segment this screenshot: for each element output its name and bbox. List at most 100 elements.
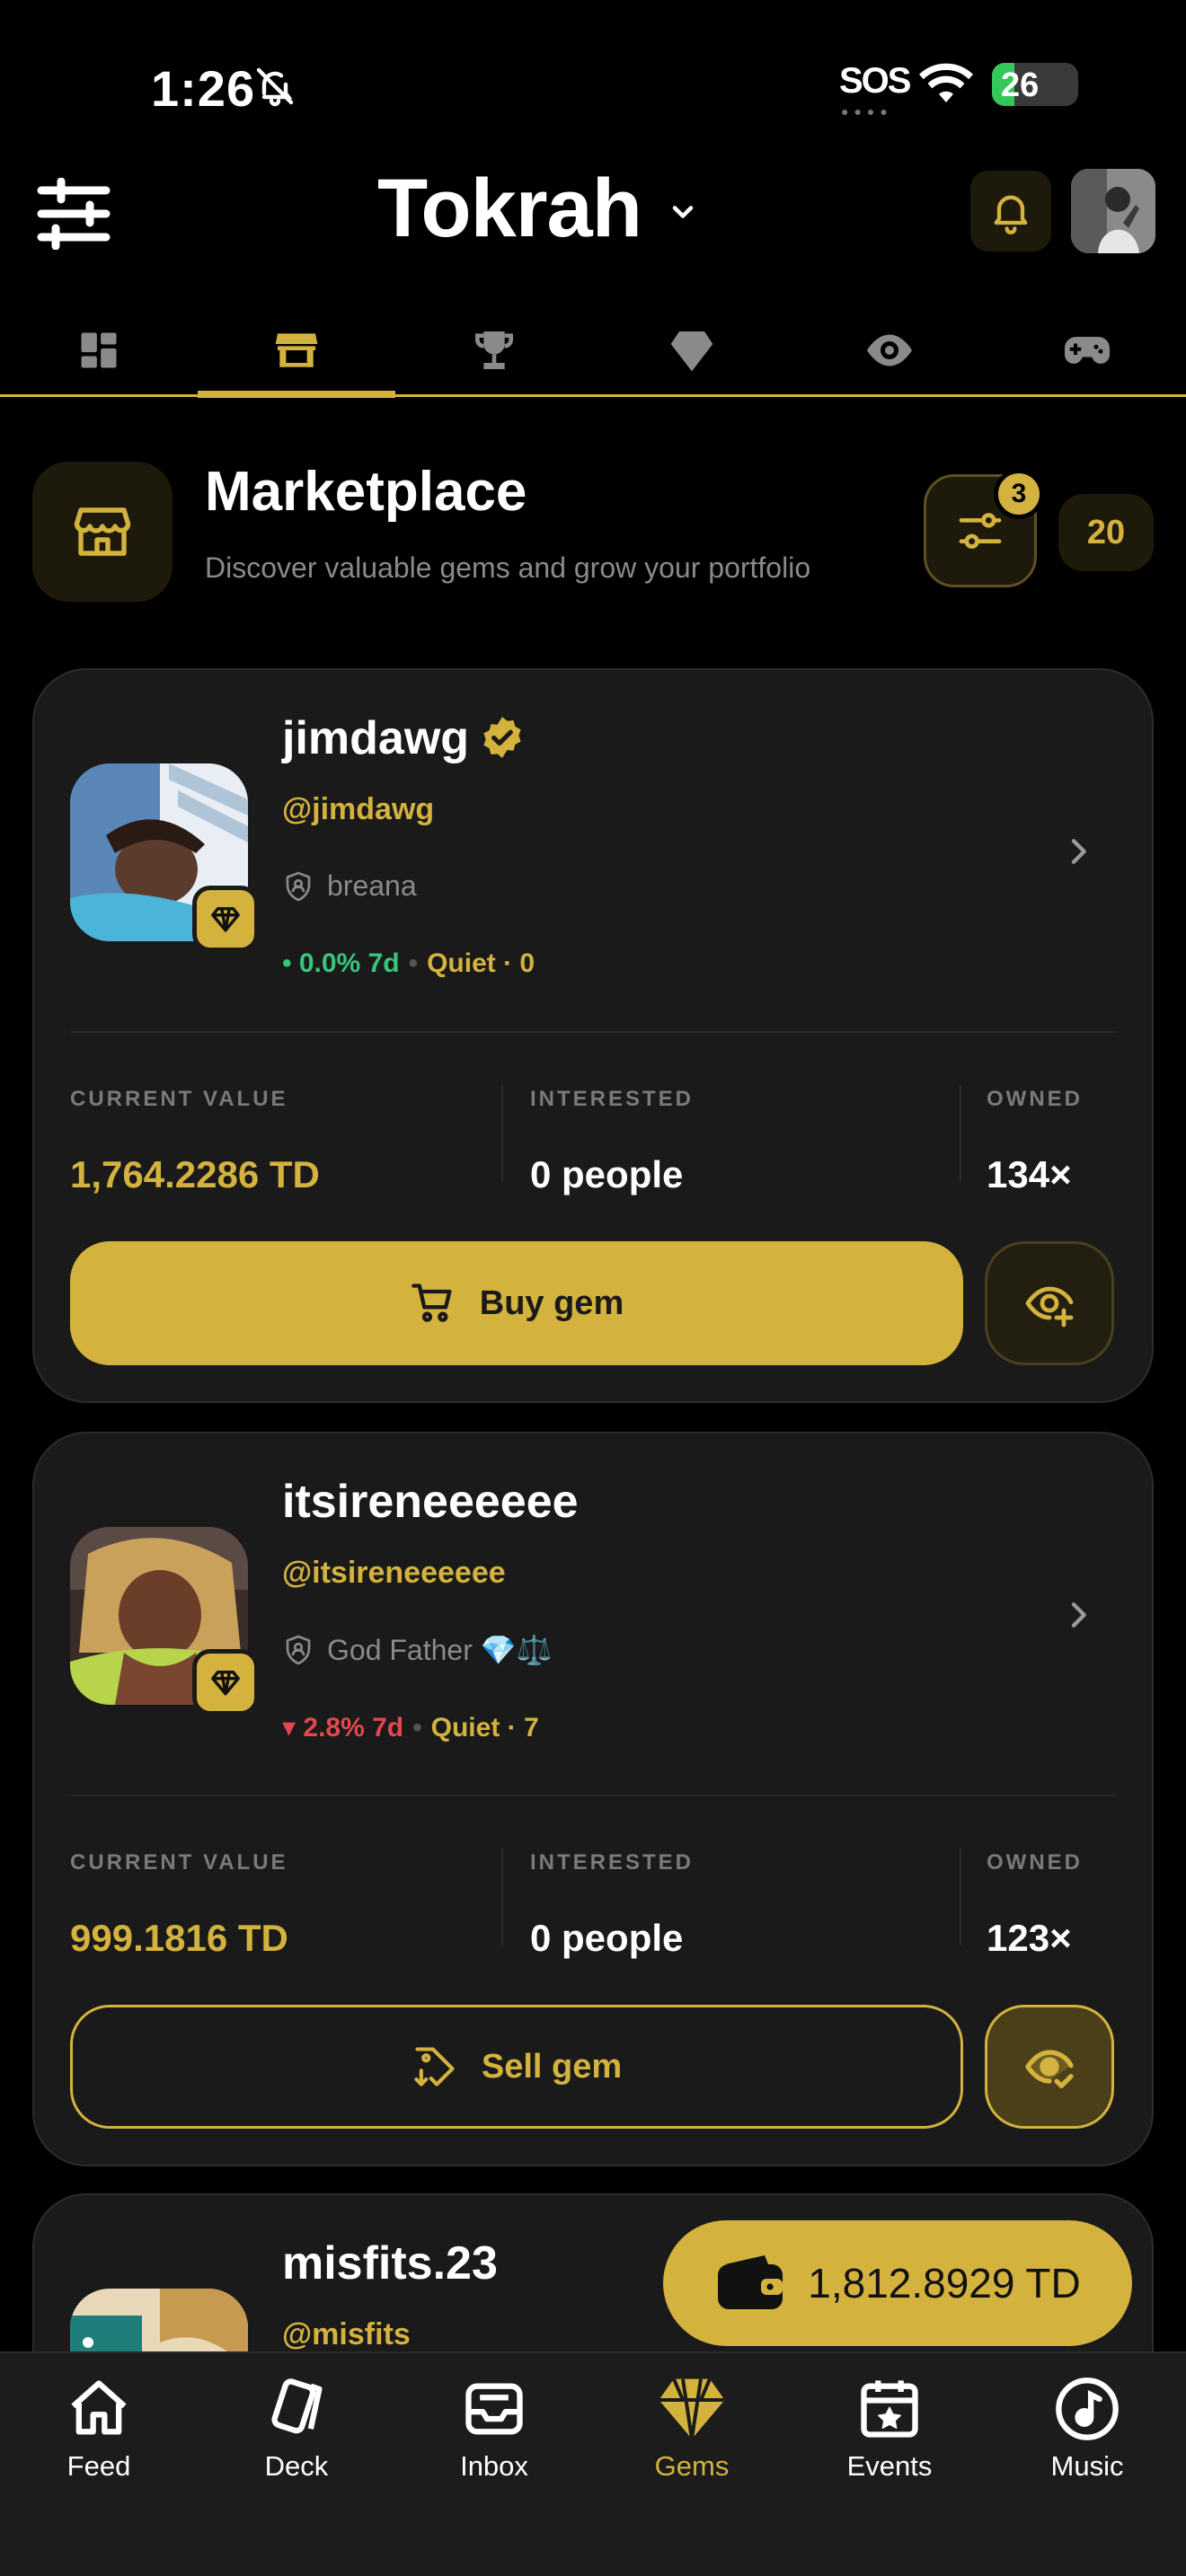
page-subtitle: Discover valuable gems and grow your por… [205,551,811,584]
nav-music[interactable]: Music [988,2375,1186,2501]
silent-bell-icon [256,67,294,107]
app-header: Tokrah [0,153,1186,269]
divider [960,1085,961,1182]
filter-sliders-icon [959,513,1002,549]
section-tabs [0,305,1186,398]
settings-sliders-icon[interactable] [36,178,111,250]
add-to-watchlist-button[interactable] [985,1241,1114,1365]
calendar-icon [861,2380,918,2438]
divider [960,1848,961,1945]
current-value: 1,764.2286 TD [70,1153,320,1195]
signal-dots: ●●●● [841,104,893,119]
nav-label: Events [846,2450,933,2482]
wallet-balance: 1,812.8929 TD [808,2260,1081,2307]
gem-handle[interactable]: @itsireneeeeee [282,1556,506,1591]
gem-name[interactable]: itsireneeeeee [282,1475,579,1529]
nav-inbox[interactable]: Inbox [395,2375,593,2501]
notifications-button[interactable] [970,171,1051,251]
store-icon [275,333,318,367]
wifi-icon [919,63,973,102]
divider [501,1848,503,1945]
gem-name[interactable]: misfits.23 [282,2236,498,2290]
separator-dot: • [408,948,419,978]
gem-card[interactable]: jimdawg @jimdawg breana • 0.0% 7d • Quie… [32,668,1154,1403]
nav-feed[interactable]: Feed [0,2375,198,2501]
gem-owner-name: God Father 💎⚖️ [327,1634,553,1666]
chevron-right-icon[interactable] [1060,834,1096,869]
eye-check-icon [1025,2050,1074,2088]
sos-indicator: SOS [839,61,911,101]
gem-handle[interactable]: @jimdawg [282,792,434,827]
sell-gem-button[interactable]: Sell gem [70,2005,963,2129]
current-value-label: CURRENT VALUE [70,1850,288,1875]
gem-owner: God Father 💎⚖️ [282,1633,552,1667]
eye-plus-icon [1025,1286,1074,1328]
gem-stats: • 0.0% 7d • Quiet · 0 [282,948,535,979]
profile-photo [1071,169,1155,253]
nav-deck[interactable]: Deck [198,2375,395,2501]
tab-dashboard[interactable] [0,305,198,395]
results-count[interactable]: 20 [1058,494,1154,571]
nav-events[interactable]: Events [791,2375,988,2501]
dashboard-icon [81,332,117,368]
nav-label: Gems [654,2450,730,2482]
gem-card[interactable]: itsireneeeeee @itsireneeeeee God Father … [32,1432,1154,2166]
verified-badge-icon [483,717,521,758]
nav-gems[interactable]: Gems [593,2375,791,2501]
shield-user-icon [286,871,311,901]
owned-label: OWNED [987,1850,1083,1875]
chevron-right-icon[interactable] [1060,1597,1096,1633]
watching-button[interactable] [985,2005,1114,2129]
cards-icon [271,2378,323,2434]
gem-badge [192,1649,259,1716]
buy-gem-button[interactable]: Buy gem [70,1241,963,1365]
eye-icon [867,334,912,366]
tab-watchlist[interactable] [791,305,988,395]
page-title: Marketplace [205,461,527,523]
owned-value: 123× [987,1917,1072,1959]
owned-value: 134× [987,1153,1072,1195]
wallet-balance-button[interactable]: 1,812.8929 TD [663,2220,1132,2346]
gamepad-icon [1065,337,1110,364]
tab-games[interactable] [988,305,1186,395]
gem-badge-icon [211,1670,240,1696]
music-icon [1056,2378,1119,2440]
gem-name[interactable]: jimdawg [282,711,469,765]
owned-label: OWNED [987,1087,1083,1111]
battery-indicator: 26 [992,63,1078,106]
divider [70,1031,1116,1033]
storefront-icon [74,507,131,556]
home-icon [71,2380,127,2435]
interested-label: INTERESTED [530,1850,695,1875]
tab-active-indicator [198,391,395,398]
tab-leaderboard[interactable] [395,305,593,395]
tab-marketplace[interactable] [198,305,395,398]
interested-value: 0 people [530,1153,684,1195]
nav-label: Inbox [460,2450,528,2482]
diamond-icon [670,331,713,372]
app-title[interactable]: Tokrah [377,162,642,256]
gem-handle[interactable]: @misfits [282,2317,411,2352]
gem-icon [659,2378,725,2439]
interested-label: INTERESTED [530,1087,695,1111]
divider [70,1795,1116,1796]
shield-user-icon [286,1635,311,1665]
chevron-down-icon[interactable] [667,196,699,228]
gem-badge [192,886,259,952]
trophy-icon [475,331,513,369]
wallet-icon [718,2255,783,2309]
bottom-navigation: Feed Deck Inbox Gems Events Music [0,2351,1186,2576]
gem-owner-name: breana [327,869,417,902]
current-value-label: CURRENT VALUE [70,1087,288,1111]
divider [501,1085,503,1182]
gem-stats: ▾ 2.8% 7d • Quiet · 7 [282,1712,539,1743]
gem-change: • 0.0% 7d [282,948,400,978]
tab-gems[interactable] [593,305,791,395]
battery-percent: 26 [1001,66,1040,104]
profile-avatar[interactable] [1071,169,1155,253]
nav-label: Deck [264,2450,329,2482]
interested-value: 0 people [530,1917,684,1959]
gem-badge-icon [211,906,240,932]
price-tag-icon [414,2047,455,2086]
sell-gem-label: Sell gem [481,2047,623,2086]
